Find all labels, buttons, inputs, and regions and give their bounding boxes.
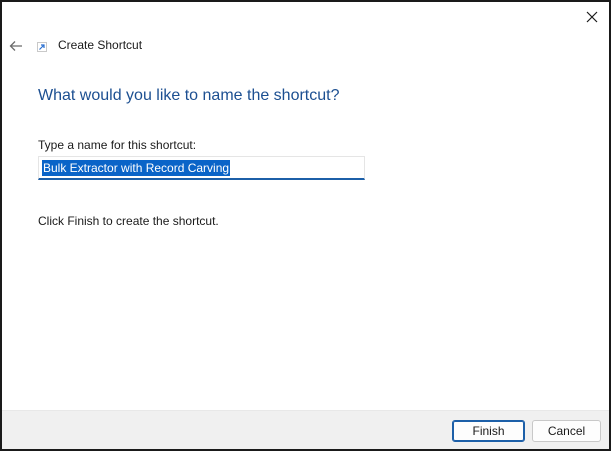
close-icon — [586, 11, 598, 23]
shortcut-icon — [37, 42, 47, 52]
finish-button[interactable]: Finish — [452, 420, 525, 442]
shortcut-name-input[interactable]: Bulk Extractor with Record Carving — [38, 156, 365, 180]
back-arrow-icon — [9, 41, 22, 51]
wizard-title: Create Shortcut — [58, 38, 143, 52]
close-button[interactable] — [581, 6, 603, 28]
back-button[interactable] — [6, 36, 26, 56]
dialog-footer: Finish Cancel — [2, 410, 609, 449]
cancel-button[interactable]: Cancel — [532, 420, 601, 442]
shortcut-name-value: Bulk Extractor with Record Carving — [42, 160, 231, 176]
page-heading: What would you like to name the shortcut… — [38, 87, 340, 104]
shortcut-name-label: Type a name for this shortcut: — [38, 138, 197, 152]
create-shortcut-dialog: Create Shortcut What would you like to n… — [0, 0, 611, 451]
instruction-text: Click Finish to create the shortcut. — [38, 214, 219, 228]
